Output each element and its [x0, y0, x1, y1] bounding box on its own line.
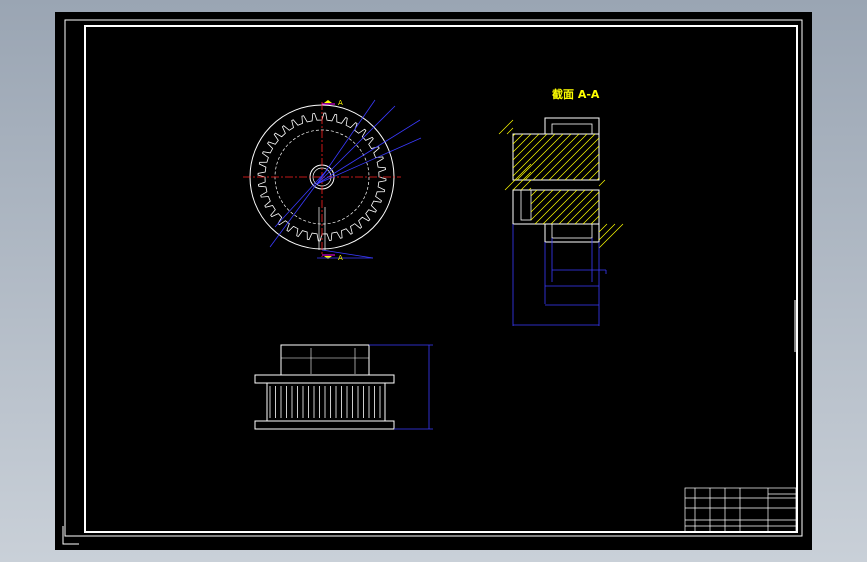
section-view	[498, 117, 624, 326]
tooth-slots	[269, 386, 381, 418]
section-title: 截面 A-A	[552, 87, 600, 101]
section-label-bottom: A	[338, 254, 343, 262]
drawing-sheet: A A 截面 A-A	[62, 19, 803, 545]
top-view-pulley	[254, 344, 395, 430]
section-label-top: A	[338, 99, 343, 107]
inner-frame	[84, 25, 798, 533]
front-view-pulley	[243, 99, 422, 259]
outer-frame	[64, 19, 803, 537]
top-view-dimension	[369, 344, 433, 430]
section-arrow-top	[324, 100, 332, 103]
section-arrow-bottom	[324, 256, 332, 259]
section-hatching	[498, 119, 624, 249]
cad-drawing-canvas: A A 截面 A-A	[55, 12, 812, 550]
title-block	[684, 487, 797, 533]
